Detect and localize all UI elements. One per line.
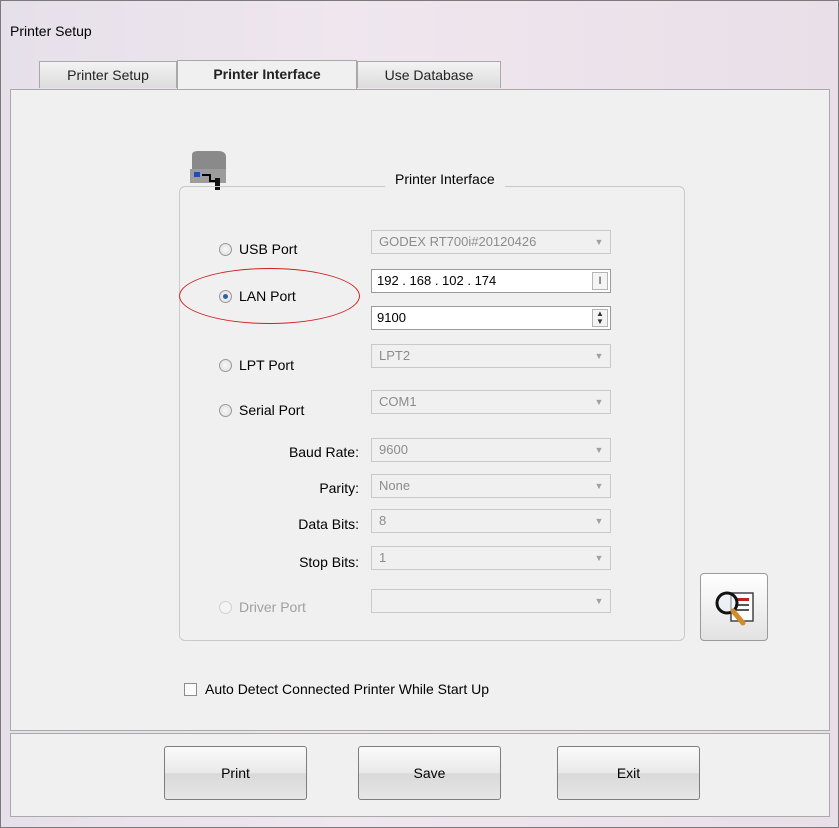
- serial-port-label: Serial Port: [239, 402, 305, 418]
- auto-detect-label: Auto Detect Connected Printer While Star…: [205, 681, 490, 697]
- tab-printer-interface[interactable]: Printer Interface: [177, 60, 357, 89]
- stop-bits-select[interactable]: 1 ▼: [371, 546, 611, 570]
- search-printer-icon: [715, 591, 754, 626]
- serial-port-value: COM1: [379, 394, 417, 409]
- data-bits-value: 8: [379, 513, 387, 528]
- text-cursor-icon[interactable]: I: [592, 272, 608, 290]
- usb-port-label: USB Port: [239, 241, 298, 257]
- serial-port-select[interactable]: COM1 ▼: [371, 390, 611, 414]
- parity-select[interactable]: None ▼: [371, 474, 611, 498]
- data-bits-label: Data Bits:: [298, 516, 359, 532]
- baud-rate-select[interactable]: 9600 ▼: [371, 438, 611, 462]
- tab-printer-setup[interactable]: Printer Setup: [39, 61, 177, 88]
- baud-rate-value: 9600: [379, 442, 408, 457]
- usb-port-radio[interactable]: USB Port: [219, 241, 297, 257]
- printer-icon: [190, 151, 226, 190]
- chevron-down-icon: ▼: [594, 237, 604, 247]
- radio-circle[interactable]: [219, 600, 232, 614]
- chevron-down-icon: ▼: [594, 397, 604, 407]
- ip-address-value: 192 . 168 . 102 . 174: [377, 273, 497, 288]
- ip-address-input[interactable]: 192 . 168 . 102 . 174 I: [371, 269, 611, 293]
- chevron-down-icon: ▼: [594, 481, 604, 491]
- radio-circle[interactable]: [219, 358, 232, 372]
- chevron-down-icon: ▼: [594, 553, 604, 563]
- port-number-value: 9100: [377, 310, 406, 325]
- stop-bits-value: 1: [379, 550, 387, 565]
- spinner-icon[interactable]: ▲ ▼: [592, 309, 608, 327]
- lpt-port-value: LPT2: [379, 348, 411, 363]
- serial-port-radio[interactable]: Serial Port: [219, 402, 304, 418]
- window-title: Printer Setup: [10, 23, 92, 39]
- driver-port-label: Driver Port: [239, 599, 306, 615]
- driver-port-radio[interactable]: Driver Port: [219, 599, 306, 615]
- lpt-port-select[interactable]: LPT2 ▼: [371, 344, 611, 368]
- usb-port-select[interactable]: GODEX RT700i#20120426 ▼: [371, 230, 611, 254]
- chevron-down-icon: ▼: [594, 516, 604, 526]
- chevron-down-icon: ▼: [594, 596, 604, 606]
- lpt-port-radio[interactable]: LPT Port: [219, 357, 294, 373]
- search-printer-button[interactable]: [700, 573, 768, 641]
- data-bits-select[interactable]: 8 ▼: [371, 509, 611, 533]
- chevron-down-icon: ▼: [594, 351, 604, 361]
- radio-circle[interactable]: [219, 242, 232, 256]
- lpt-port-label: LPT Port: [239, 357, 294, 373]
- print-button[interactable]: Print: [164, 746, 307, 800]
- baud-rate-label: Baud Rate:: [288, 444, 359, 460]
- save-button[interactable]: Save: [358, 746, 501, 800]
- auto-detect-option[interactable]: Auto Detect Connected Printer While Star…: [184, 681, 489, 697]
- chevron-down-icon: ▼: [594, 445, 604, 455]
- parity-value: None: [379, 478, 411, 493]
- parity-label: Parity:: [319, 480, 359, 496]
- printer-setup-window: Printer Setup Printer Setup Printer Inte…: [0, 0, 839, 828]
- highlight-circle: [179, 268, 360, 324]
- usb-port-value: GODEX RT700i#20120426: [379, 234, 537, 249]
- auto-detect-checkbox[interactable]: [184, 682, 197, 696]
- group-title: Printer Interface: [385, 171, 505, 187]
- radio-circle[interactable]: [219, 403, 232, 417]
- port-number-input[interactable]: 9100 ▲ ▼: [371, 306, 611, 330]
- stop-bits-label: Stop Bits:: [299, 554, 359, 570]
- driver-port-select[interactable]: ▼: [371, 589, 611, 613]
- exit-button[interactable]: Exit: [557, 746, 700, 800]
- tab-use-database[interactable]: Use Database: [357, 61, 501, 88]
